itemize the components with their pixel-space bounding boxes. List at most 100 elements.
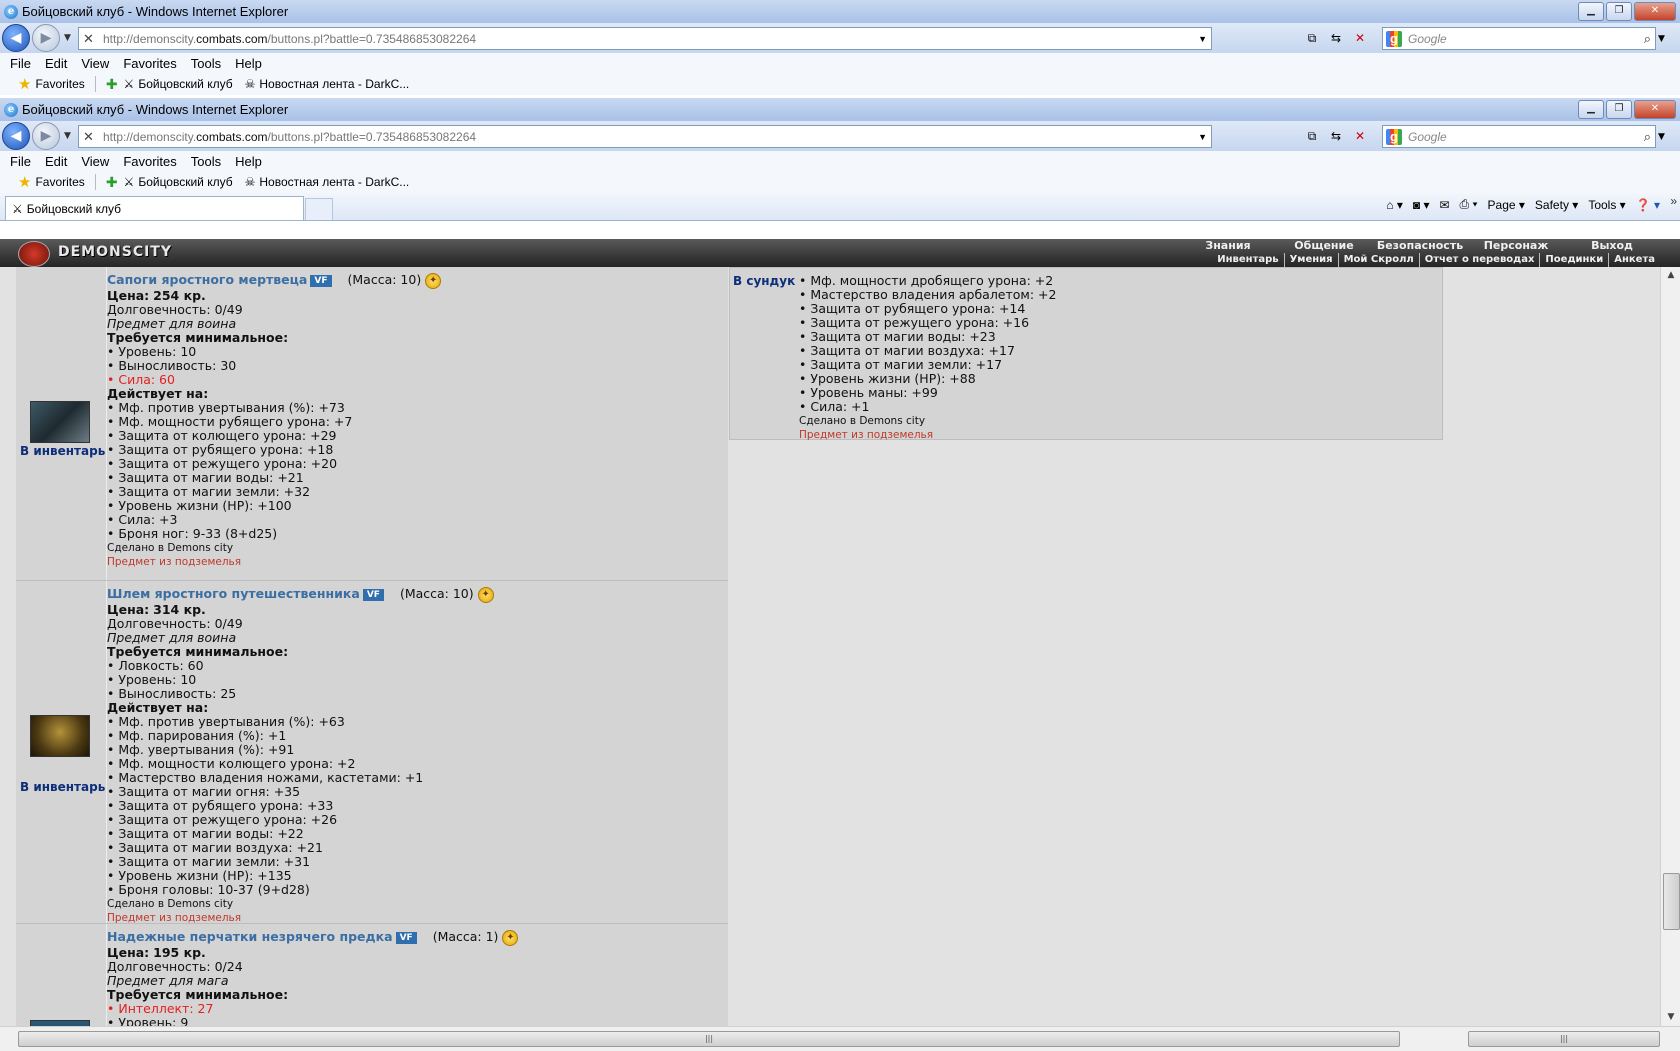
to-chest-link[interactable]: В сундук xyxy=(733,274,795,288)
favorites-button[interactable]: Favorites xyxy=(35,175,84,189)
print-icon[interactable]: ⎙ ▾ xyxy=(1460,197,1478,212)
menu-edit[interactable]: Edit xyxy=(45,154,67,169)
favorites-star-icon[interactable]: ★ xyxy=(18,173,31,191)
effect: • Мф. против увертывания (%): +73 xyxy=(107,400,345,415)
vertical-scroll-thumb[interactable] xyxy=(1663,873,1680,930)
search-field[interactable]: g Google ⌕ xyxy=(1382,27,1656,50)
stop-icon[interactable]: ✕ xyxy=(1351,127,1369,145)
menu-view[interactable]: View xyxy=(81,56,109,71)
nav-transfers-report[interactable]: Отчет о переводах xyxy=(1418,253,1540,267)
item-name[interactable]: Надежные перчатки незрячего предка xyxy=(107,929,393,944)
nav-character[interactable]: Персонаж xyxy=(1468,239,1564,253)
feeds-icon[interactable]: ◙ ▾ xyxy=(1413,198,1430,212)
effect: • Мф. парирования (%): +1 xyxy=(107,728,287,743)
menu-tools[interactable]: Tools xyxy=(191,56,221,71)
chevron-more-icon[interactable]: » xyxy=(1670,194,1677,208)
nav-my-scroll[interactable]: Мой Скролл xyxy=(1337,253,1419,267)
forward-icon[interactable]: ▶ xyxy=(32,122,60,150)
tab-fight-club[interactable]: ⚔ Бойцовский клуб xyxy=(5,196,304,220)
search-dropdown-icon[interactable]: ▼ xyxy=(1658,34,1665,44)
tools-menu[interactable]: Tools ▾ xyxy=(1588,198,1625,212)
menu-file[interactable]: File xyxy=(10,56,31,71)
fav-link-label: Новостная лента - DarkC... xyxy=(259,77,410,91)
menu-tools[interactable]: Tools xyxy=(191,154,221,169)
menu-edit[interactable]: Edit xyxy=(45,56,67,71)
effect: • Уровень жизни (HP): +135 xyxy=(107,868,292,883)
url-field[interactable]: ✕ http://demonscity. combats.com/buttons.… xyxy=(78,27,1212,50)
stop-icon[interactable]: ✕ xyxy=(1351,29,1369,47)
nav-communication[interactable]: Общение xyxy=(1276,239,1372,253)
url-field[interactable]: ✕ http://demonscity. combats.com/buttons.… xyxy=(78,125,1212,148)
menu-help[interactable]: Help xyxy=(235,56,262,71)
menu-view[interactable]: View xyxy=(81,154,109,169)
nav-security[interactable]: Безопасность xyxy=(1372,239,1468,253)
chest-item-panel: В сундук • Мф. мощности дробящего урона:… xyxy=(729,267,1443,441)
history-dropdown-icon[interactable]: ▼ xyxy=(64,131,71,141)
back-icon[interactable]: ◀ xyxy=(2,24,30,52)
page-content: В инвентарь Сапоги яростного мертвеца VF(… xyxy=(0,267,1660,1026)
fav-link-club[interactable]: ⚔ Бойцовский клуб xyxy=(124,77,233,91)
durability: Долговечность: 0/24 xyxy=(107,959,243,974)
requirements-title: Требуется минимальное: xyxy=(107,987,289,1002)
search-icon[interactable]: ⌕ xyxy=(1644,31,1651,47)
scroll-up-icon[interactable]: ▲ xyxy=(1661,267,1680,284)
horizontal-scrollbar[interactable]: ||| xyxy=(0,1026,1450,1051)
forward-icon[interactable]: ▶ xyxy=(32,24,60,52)
maximize-icon[interactable]: ❐ xyxy=(1606,100,1632,119)
url-dropdown-icon[interactable]: ▼ xyxy=(1198,34,1207,44)
maximize-icon[interactable]: ❐ xyxy=(1606,2,1632,21)
add-favorite-icon[interactable]: ✚ xyxy=(106,76,118,93)
fav-link-news[interactable]: ☠ Новостная лента - DarkC... xyxy=(245,77,410,91)
vertical-scrollbar[interactable]: ▲ ▼ xyxy=(1660,267,1680,1026)
close-icon[interactable]: ✕ xyxy=(1634,2,1676,21)
nav-inventory[interactable]: Инвентарь xyxy=(1212,253,1283,267)
horizontal-scroll-thumb[interactable]: ||| xyxy=(18,1031,1400,1047)
effect: • Мф. мощности колющего урона: +2 xyxy=(107,756,356,771)
nav-skills[interactable]: Умения xyxy=(1283,253,1338,267)
add-favorite-icon[interactable]: ✚ xyxy=(106,174,118,191)
back-icon[interactable]: ◀ xyxy=(2,122,30,150)
frame-horizontal-scrollbar[interactable]: ||| xyxy=(1450,1026,1680,1051)
mail-icon[interactable]: ✉ xyxy=(1439,198,1449,212)
safety-menu[interactable]: Safety ▾ xyxy=(1535,198,1578,212)
new-tab-button[interactable] xyxy=(305,198,333,220)
item-name[interactable]: Сапоги яростного мертвеца xyxy=(107,272,307,287)
nav-exit[interactable]: Выход xyxy=(1564,239,1660,253)
refresh-icon[interactable]: ⇆ xyxy=(1327,29,1345,47)
favorites-star-icon[interactable]: ★ xyxy=(18,75,31,93)
made-in: Сделано в Demons city xyxy=(799,415,926,427)
swords-icon: ⚔ xyxy=(123,77,135,91)
home-icon[interactable]: ⌂ ▾ xyxy=(1386,198,1403,212)
minimize-icon[interactable]: ▁ xyxy=(1578,100,1604,119)
page-menu[interactable]: Page ▾ xyxy=(1488,198,1525,212)
to-inventory-link[interactable]: В инвентарь xyxy=(20,780,108,794)
search-icon[interactable]: ⌕ xyxy=(1644,129,1651,145)
nav-profile[interactable]: Анкета xyxy=(1608,253,1660,267)
nav-fights[interactable]: Поединки xyxy=(1539,253,1608,267)
scroll-down-icon[interactable]: ▼ xyxy=(1661,1009,1680,1026)
url-dropdown-icon[interactable]: ▼ xyxy=(1198,132,1207,142)
favorites-button[interactable]: Favorites xyxy=(35,77,84,91)
search-dropdown-icon[interactable]: ▼ xyxy=(1658,132,1665,142)
item-name[interactable]: Шлем яростного путешественника xyxy=(107,586,360,601)
menu-help[interactable]: Help xyxy=(235,154,262,169)
minimize-icon[interactable]: ▁ xyxy=(1578,2,1604,21)
menu-favorites[interactable]: Favorites xyxy=(123,56,176,71)
nav-knowledge[interactable]: Знания xyxy=(1180,239,1276,253)
close-icon[interactable]: ✕ xyxy=(1634,100,1676,119)
compat-icon[interactable]: ⧉ xyxy=(1303,29,1321,47)
requirement: • Уровень: 10 xyxy=(107,672,197,687)
fav-link-news[interactable]: ☠ Новостная лента - DarkC... xyxy=(245,175,410,189)
price-label: Цена: xyxy=(107,945,150,960)
search-field[interactable]: g Google ⌕ xyxy=(1382,125,1656,148)
menu-file[interactable]: File xyxy=(10,154,31,169)
history-dropdown-icon[interactable]: ▼ xyxy=(64,33,71,43)
refresh-icon[interactable]: ⇆ xyxy=(1327,127,1345,145)
fav-link-club[interactable]: ⚔ Бойцовский клуб xyxy=(124,175,233,189)
to-inventory-link[interactable]: В инвентарь xyxy=(20,444,108,458)
help-icon[interactable]: ❓ ▾ xyxy=(1636,198,1660,212)
compat-icon[interactable]: ⧉ xyxy=(1303,127,1321,145)
frame-scroll-thumb[interactable]: ||| xyxy=(1468,1031,1660,1047)
menu-favorites[interactable]: Favorites xyxy=(123,154,176,169)
ie-icon: e xyxy=(4,102,18,117)
